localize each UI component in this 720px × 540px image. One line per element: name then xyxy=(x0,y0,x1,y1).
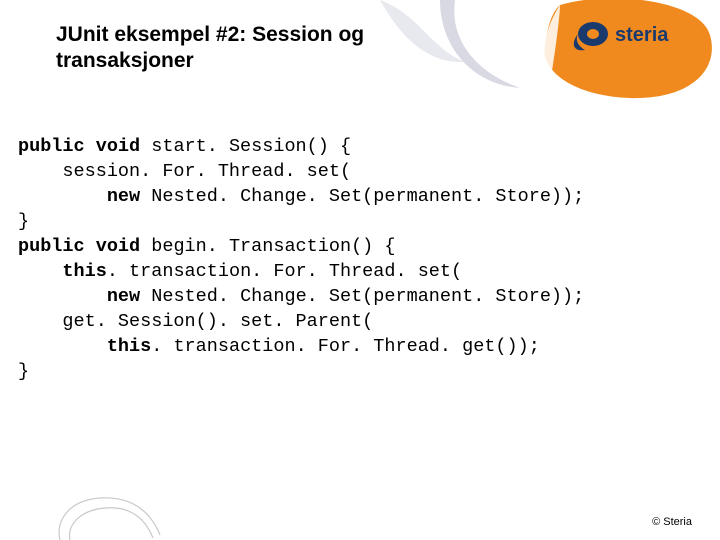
code-line: new Nested. Change. Set(permanent. Store… xyxy=(18,185,702,210)
code-line: public void start. Session() { xyxy=(18,135,702,160)
brand-logo: steria xyxy=(570,14,690,94)
code-line: } xyxy=(18,210,702,235)
code-keyword: public void xyxy=(18,236,151,257)
slide-title: JUnit eksempel #2: Session og transaksjo… xyxy=(56,22,426,75)
code-keyword: new xyxy=(107,186,151,207)
code-line: } xyxy=(18,360,702,385)
code-line: this. transaction. For. Thread. set( xyxy=(18,260,702,285)
code-line: get. Session(). set. Parent( xyxy=(18,310,702,335)
code-line: new Nested. Change. Set(permanent. Store… xyxy=(18,285,702,310)
code-keyword: new xyxy=(107,286,151,307)
code-line: session. For. Thread. set( xyxy=(18,160,702,185)
code-block: public void start. Session() { session. … xyxy=(18,135,702,385)
code-keyword: this xyxy=(107,336,151,357)
slide-header: JUnit eksempel #2: Session og transaksjo… xyxy=(0,0,720,115)
code-line: public void begin. Transaction() { xyxy=(18,235,702,260)
code-keyword: public void xyxy=(18,136,151,157)
code-keyword: this xyxy=(62,261,106,282)
logo-text: steria xyxy=(615,24,669,46)
copyright-footer: © Steria xyxy=(652,516,692,528)
footer-decoration xyxy=(55,490,165,540)
code-line: this. transaction. For. Thread. get()); xyxy=(18,335,702,360)
